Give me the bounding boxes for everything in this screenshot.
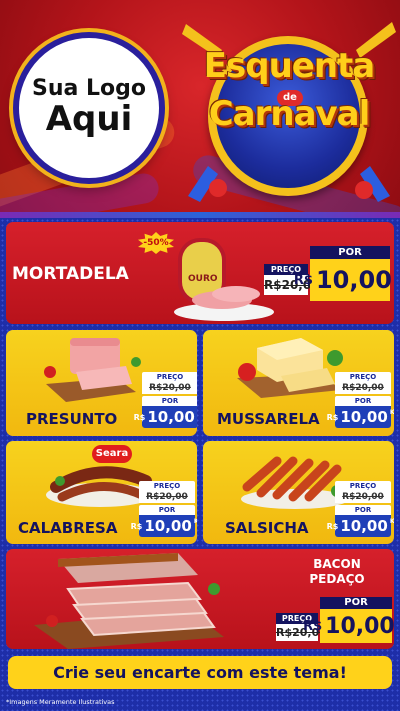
product-name-line1: BACON	[313, 557, 361, 571]
preco-label: PREÇO	[335, 372, 391, 382]
price-block: PREÇO R$20,00 POR R$ 10,00 KG	[131, 481, 197, 537]
currency: R$	[326, 412, 339, 422]
new-price: R$ 10,00 KG	[303, 609, 394, 643]
old-price: R$20,00	[335, 491, 391, 503]
price-value: 10,00	[315, 266, 392, 294]
price-value: 10,00	[340, 408, 388, 426]
new-price: R$ 10,00 KG	[327, 406, 394, 428]
old-price: R$20,00	[139, 491, 195, 503]
price-value: 10,00	[325, 613, 394, 639]
price-block: PREÇO R$20,00 POR R$ 10,00 KG	[327, 481, 394, 537]
price-value: 10,00	[340, 517, 388, 535]
price-block: POR PREÇO R$20,00 R$ 10,00 KG	[276, 597, 394, 645]
preco-label: PREÇO	[139, 481, 195, 491]
offer-card-salsicha[interactable]: SALSICHA PREÇO R$20,00 POR R$ 10,00 KG	[203, 441, 394, 544]
old-price: R$20,00	[142, 382, 197, 394]
presunto-image	[44, 338, 141, 402]
price-block: PREÇO R$20,00 POR R$ 10,00 KG	[134, 372, 197, 428]
product-name: CALABRESA	[18, 519, 118, 537]
new-price: R$ 10,00 KG	[327, 515, 394, 537]
new-price: R$ 10,00 KG	[134, 406, 197, 428]
offer-card-mussarela[interactable]: MUSSARELA PREÇO R$20,00 POR R$ 10,00 KG	[203, 330, 394, 436]
preco-label: PREÇO	[335, 481, 391, 491]
preco-label: PREÇO	[142, 372, 197, 382]
offer-card-mortadela[interactable]: MORTADELA OURO -50% POR PREÇO R$20,00 R$…	[6, 222, 394, 324]
product-name: MORTADELA	[12, 264, 129, 284]
product-name: PRESUNTO	[26, 410, 118, 428]
product-name: MUSSARELA	[217, 410, 320, 428]
unit: KG	[389, 409, 394, 416]
product-name: SALSICHA	[225, 519, 309, 537]
carnival-badge: Esquenta de Carnaval	[178, 6, 400, 211]
price-value: 10,00	[147, 408, 195, 426]
cta-banner[interactable]: Crie seu encarte com este tema!	[8, 656, 392, 689]
offer-card-presunto[interactable]: PRESUNTO PREÇO R$20,00 POR R$ 10,00 KG	[6, 330, 197, 436]
por-label: POR	[310, 246, 390, 259]
currency: R$	[133, 412, 146, 422]
unit: KG	[389, 518, 394, 525]
footnote: *Imagens Meramente Ilustrativas	[6, 698, 115, 706]
new-price: R$ 10,00 KG	[294, 259, 392, 301]
brand-label: OURO	[188, 274, 218, 284]
por-label: POR	[142, 396, 197, 406]
mussarela-image	[237, 338, 343, 398]
por-label: POR	[335, 396, 391, 406]
header-banner: Sua Logo Aqui Esquenta de Carnaval	[0, 0, 400, 215]
price-block: POR PREÇO R$20,00 R$ 10,00 KG	[264, 246, 392, 306]
offer-card-bacon[interactable]: BACON PEDAÇO POR PREÇO R$20,00 R$ 10,00 …	[6, 549, 394, 649]
currency: R$	[293, 272, 313, 288]
new-price: R$ 10,00 KG	[131, 515, 197, 537]
badge-title-line2: Carnaval	[208, 94, 371, 134]
unit: KG	[193, 518, 197, 525]
logo-text-line2: Aqui	[45, 99, 133, 140]
offer-card-calabresa[interactable]: Seara CALABRESA PREÇO R$20,00 POR R$ 10,…	[6, 441, 197, 544]
por-label: POR	[139, 505, 195, 515]
bacon-image	[34, 553, 224, 649]
currency: R$	[326, 521, 339, 531]
currency: R$	[130, 521, 143, 531]
logo-placeholder[interactable]: Sua Logo Aqui	[13, 32, 165, 184]
por-label: POR	[320, 597, 392, 609]
brand-label: Seara	[92, 445, 132, 463]
badge-title-line1: Esquenta	[203, 46, 375, 86]
por-label: POR	[335, 505, 391, 515]
currency: R$	[303, 618, 323, 634]
price-block: PREÇO R$20,00 POR R$ 10,00 KG	[327, 372, 394, 428]
product-name-line2: PEDAÇO	[309, 572, 365, 586]
old-price: R$20,00	[335, 382, 391, 394]
logo-text-line1: Sua Logo	[31, 76, 146, 102]
price-value: 10,00	[144, 517, 192, 535]
